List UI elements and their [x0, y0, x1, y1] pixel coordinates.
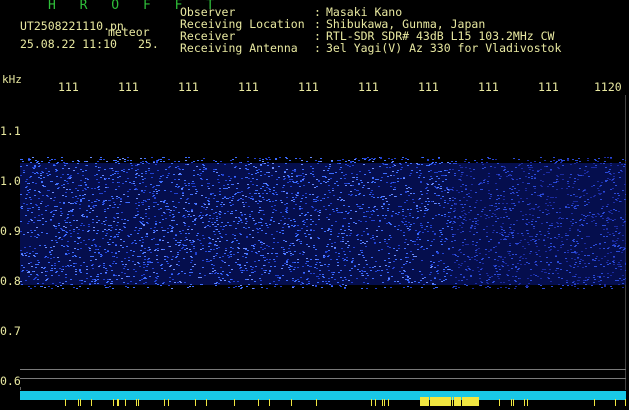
y-tick-label: 1.0: [0, 174, 21, 188]
datetime-label: 25.08.22 11:10: [20, 37, 117, 51]
x-tick-label: 111: [358, 80, 379, 94]
y-tick-label: 1.1: [0, 124, 21, 138]
antenna-value: 3el Yagi(V) Az 330 for Vladivostok: [326, 41, 562, 55]
x-tick-label: 111: [418, 80, 439, 94]
y-tick-label: 0.8: [0, 274, 21, 288]
x-tick-label: 111: [58, 80, 79, 94]
y-axis-unit: kHz: [2, 73, 22, 86]
reference-line-upper: [20, 369, 626, 370]
spectrogram-noise-canvas: [20, 157, 626, 289]
activity-spikes: [65, 397, 626, 406]
antenna-colon: :: [314, 41, 321, 55]
y-tick-label: 0.6: [0, 374, 21, 388]
x-tick-label: 111: [178, 80, 199, 94]
antenna-label: Receiving Antenna: [180, 41, 298, 55]
x-tick-label: 1120: [594, 80, 622, 94]
x-tick-label: 111: [538, 80, 559, 94]
reference-line-lower: [20, 378, 626, 379]
datetime-extra: 25.: [138, 37, 159, 51]
y-tick-label: 0.7: [0, 324, 21, 338]
spectrogram-plot: [20, 95, 626, 387]
x-tick-label: 111: [478, 80, 499, 94]
x-tick-label: 111: [238, 80, 259, 94]
y-tick-label: 0.9: [0, 224, 21, 238]
activity-strip: [20, 391, 626, 406]
x-tick-label: 111: [298, 80, 319, 94]
x-tick-label: 111: [118, 80, 139, 94]
